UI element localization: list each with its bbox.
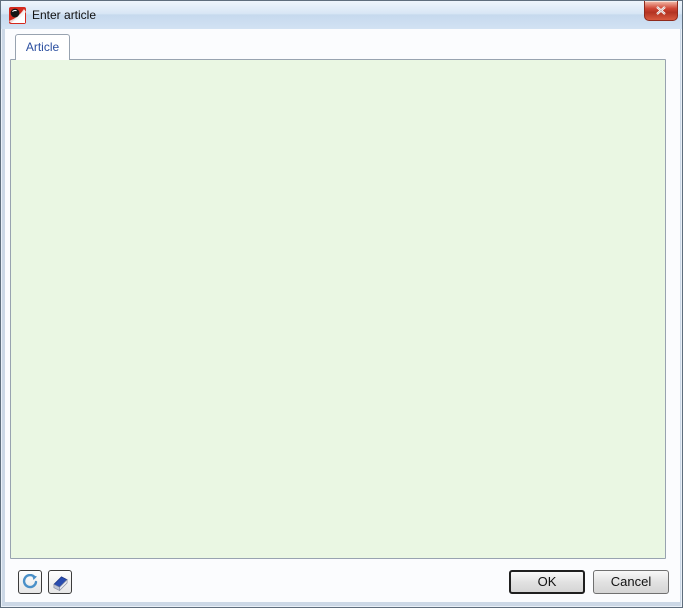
window-title: Enter article: [32, 8, 96, 22]
refresh-button[interactable]: [18, 570, 42, 594]
refresh-icon: [22, 574, 38, 590]
eraser-icon: [52, 574, 69, 591]
cancel-button[interactable]: Cancel: [593, 570, 669, 594]
tab-article[interactable]: Article: [15, 34, 70, 60]
enter-article-dialog: Enter article Article Article No.: Index…: [0, 0, 683, 608]
close-button[interactable]: [644, 1, 678, 21]
title-bar[interactable]: Enter article: [1, 1, 682, 29]
close-icon: [656, 6, 666, 15]
ok-button[interactable]: OK: [509, 570, 585, 594]
app-icon: [9, 7, 26, 24]
clear-form-button[interactable]: [48, 570, 72, 594]
article-tab-page: [10, 59, 666, 559]
